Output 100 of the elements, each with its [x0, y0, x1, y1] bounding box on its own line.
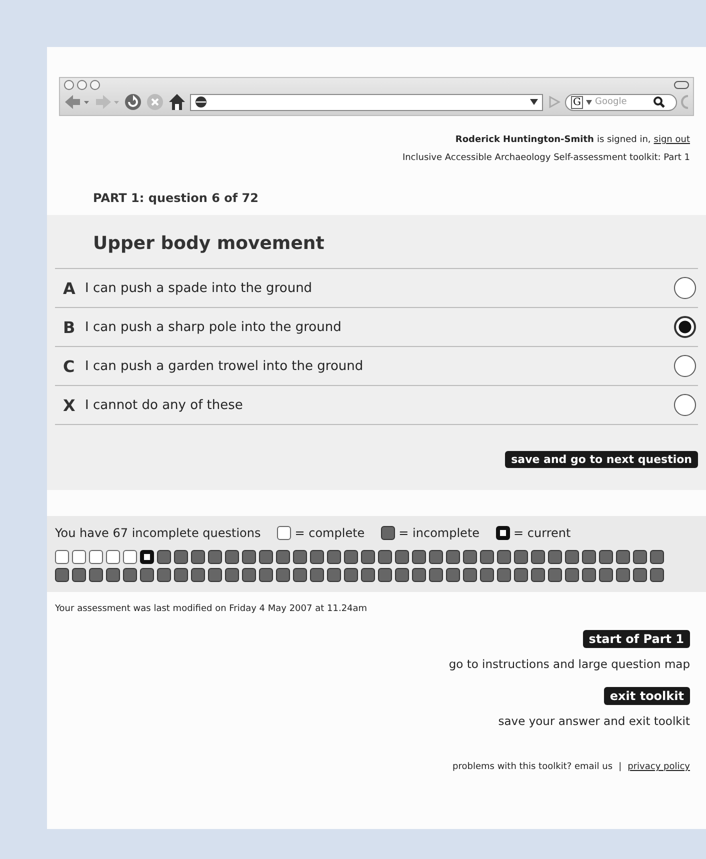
incomplete-summary: You have 67 incomplete questions: [55, 526, 261, 540]
question-square[interactable]: [412, 568, 426, 582]
question-square[interactable]: [191, 568, 205, 582]
question-square[interactable]: [140, 550, 154, 564]
question-square[interactable]: [633, 568, 647, 582]
question-square[interactable]: [616, 550, 630, 564]
question-square[interactable]: [327, 568, 341, 582]
question-square[interactable]: [582, 550, 596, 564]
question-square[interactable]: [395, 550, 409, 564]
spinner-icon: [681, 95, 689, 109]
question-square[interactable]: [463, 550, 477, 564]
question-square[interactable]: [361, 550, 375, 564]
address-field[interactable]: [190, 94, 543, 110]
back-icon[interactable]: [64, 94, 90, 110]
question-square[interactable]: [242, 568, 256, 582]
sign-out-link[interactable]: sign out: [654, 135, 690, 145]
radio-button[interactable]: [674, 355, 696, 377]
question-square[interactable]: [174, 550, 188, 564]
question-square[interactable]: [361, 568, 375, 582]
question-square[interactable]: [89, 568, 103, 582]
question-square[interactable]: [225, 550, 239, 564]
question-square[interactable]: [565, 568, 579, 582]
reload-icon[interactable]: [124, 93, 142, 111]
question-square[interactable]: [55, 568, 69, 582]
question-square[interactable]: [293, 568, 307, 582]
question-square[interactable]: [497, 568, 511, 582]
option-text: I can push a spade into the ground: [85, 280, 314, 296]
progress-label: PART 1: question 6 of 72: [93, 191, 260, 205]
question-square[interactable]: [208, 550, 222, 564]
question-square[interactable]: [514, 568, 528, 582]
question-square[interactable]: [123, 568, 137, 582]
question-square[interactable]: [378, 568, 392, 582]
dropdown-icon[interactable]: [586, 100, 592, 104]
question-square[interactable]: [225, 568, 239, 582]
question-square[interactable]: [446, 568, 460, 582]
action-button[interactable]: exit toolkit: [604, 687, 690, 705]
search-field[interactable]: G Google: [565, 94, 677, 110]
close-icon[interactable]: [64, 80, 74, 90]
radio-button[interactable]: [674, 316, 696, 338]
radio-button[interactable]: [674, 277, 696, 299]
question-square[interactable]: [174, 568, 188, 582]
question-square[interactable]: [582, 568, 596, 582]
modified-text: Your assessment was last modified on Friday 4 May 2007 at 11.24am: [55, 604, 368, 614]
question-square[interactable]: [157, 550, 171, 564]
question-square[interactable]: [327, 550, 341, 564]
next-question-button[interactable]: save and go to next question: [505, 451, 698, 468]
question-square[interactable]: [72, 568, 86, 582]
minimize-icon[interactable]: [77, 80, 87, 90]
question-square[interactable]: [480, 568, 494, 582]
question-square[interactable]: [208, 568, 222, 582]
home-icon[interactable]: [168, 93, 186, 111]
question-square[interactable]: [140, 568, 154, 582]
question-square[interactable]: [531, 550, 545, 564]
legend-swatch: [380, 526, 395, 540]
question-square[interactable]: [633, 550, 647, 564]
question-square[interactable]: [531, 568, 545, 582]
question-square[interactable]: [480, 550, 494, 564]
zoom-icon[interactable]: [90, 80, 100, 90]
question-square[interactable]: [191, 550, 205, 564]
question-square[interactable]: [378, 550, 392, 564]
question-square[interactable]: [242, 550, 256, 564]
question-square[interactable]: [650, 550, 664, 564]
search-engine-icon[interactable]: G: [571, 96, 583, 108]
question-square[interactable]: [650, 568, 664, 582]
question-square[interactable]: [344, 568, 358, 582]
radio-button[interactable]: [674, 394, 696, 416]
question-square[interactable]: [497, 550, 511, 564]
question-square[interactable]: [463, 568, 477, 582]
question-square[interactable]: [446, 550, 460, 564]
question-square[interactable]: [310, 568, 324, 582]
question-square[interactable]: [514, 550, 528, 564]
question-square[interactable]: [429, 568, 443, 582]
question-square[interactable]: [310, 550, 324, 564]
question-square[interactable]: [395, 568, 409, 582]
question-square[interactable]: [616, 568, 630, 582]
question-square[interactable]: [259, 550, 273, 564]
dropdown-icon[interactable]: [530, 99, 538, 105]
user-name: Roderick Huntington-Smith: [455, 135, 594, 145]
question-square[interactable]: [599, 550, 613, 564]
question-square[interactable]: [106, 568, 120, 582]
privacy-policy-link[interactable]: privacy policy: [628, 762, 690, 772]
question-square[interactable]: [548, 568, 562, 582]
legend-swatch: [496, 526, 510, 540]
question-square[interactable]: [565, 550, 579, 564]
question-square[interactable]: [259, 568, 273, 582]
question-square[interactable]: [412, 550, 426, 564]
search-icon[interactable]: [653, 96, 665, 108]
option-letter: X: [63, 396, 76, 414]
toolbar-toggle-icon[interactable]: [674, 81, 689, 89]
question-square[interactable]: [276, 568, 290, 582]
question-square[interactable]: [157, 568, 171, 582]
question-square[interactable]: [344, 550, 358, 564]
option-letter: C: [63, 356, 76, 376]
question-square[interactable]: [548, 550, 562, 564]
question-square[interactable]: [293, 550, 307, 564]
question-square[interactable]: [599, 568, 613, 582]
option-text: I cannot do any of these: [85, 398, 244, 412]
question-square[interactable]: [276, 550, 290, 564]
question-square[interactable]: [429, 550, 443, 564]
action-button[interactable]: start of Part 1: [582, 630, 690, 648]
